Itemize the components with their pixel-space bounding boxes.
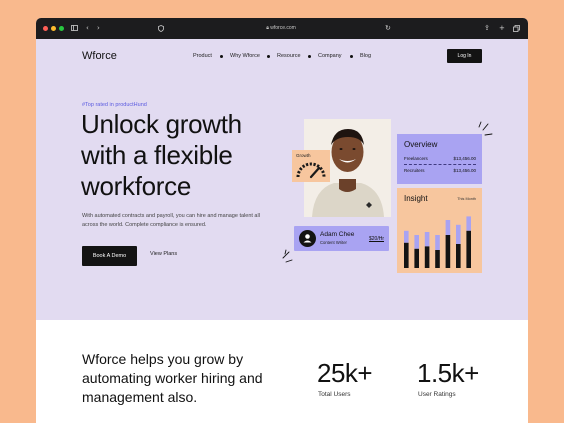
overview-row-label: Freelancers xyxy=(404,156,428,161)
user-icon xyxy=(303,234,312,243)
share-icon[interactable]: ⇪ xyxy=(484,18,490,39)
insight-bar-chart xyxy=(404,216,471,268)
browser-window: ‹ › 🔒︎ wforce.com ↻ ⇪ + Wforce Product W… xyxy=(36,18,528,423)
talent-name: Adam Chee xyxy=(320,231,355,238)
stat-value: 1.5k+ xyxy=(417,358,479,388)
book-demo-button[interactable]: Book A Demo xyxy=(82,246,137,266)
overview-row-value: $13,456.00 xyxy=(453,168,476,173)
insight-card: Insight This Month xyxy=(397,188,482,273)
talent-card[interactable]: Adam Chee Content Writer $20/Hr xyxy=(294,226,389,251)
nav-separator xyxy=(267,55,270,58)
talent-rate: $20/Hr xyxy=(368,236,384,242)
reload-icon[interactable]: ↻ xyxy=(385,18,391,39)
hero-tagline: #Top rated in productHund xyxy=(82,102,147,108)
insight-bar-upper xyxy=(456,224,461,244)
insight-bar-lower xyxy=(414,248,419,268)
insight-bar-lower xyxy=(466,230,471,268)
overview-title: Overview xyxy=(404,140,438,149)
back-icon[interactable]: ‹ xyxy=(86,18,89,39)
insight-bar-upper xyxy=(445,220,451,235)
nav-item-blog[interactable]: Blog xyxy=(360,53,371,59)
tabs-overview-icon[interactable] xyxy=(513,18,520,39)
hero-headline: Unlock growth with a flexible workforce xyxy=(81,109,242,201)
avatar xyxy=(299,230,316,247)
login-button[interactable]: Log In xyxy=(447,49,482,63)
close-window-button[interactable] xyxy=(43,26,48,31)
nav-item-resource[interactable]: Resource xyxy=(277,53,301,59)
stats-description: Wforce helps you grow by automating work… xyxy=(82,351,263,405)
maximize-window-button[interactable] xyxy=(59,26,64,31)
address-bar[interactable]: 🔒︎ wforce.com xyxy=(246,23,316,34)
insight-bar-lower xyxy=(424,246,430,268)
stat-label: Total Users xyxy=(318,391,351,398)
lock-icon: 🔒︎ xyxy=(266,25,269,31)
overview-card: Overview Freelancers $13,456.00 Recruite… xyxy=(397,134,482,184)
growth-card: Growth xyxy=(292,150,330,182)
forward-icon[interactable]: › xyxy=(97,18,100,39)
overview-row-label: Recruiters xyxy=(404,168,425,173)
nav-item-company[interactable]: Company xyxy=(318,53,342,59)
talent-role: Content Writer xyxy=(320,240,347,245)
hero-subtext: With automated contracts and payroll, yo… xyxy=(82,213,260,228)
nav-item-why-wforce[interactable]: Why Wforce xyxy=(230,53,260,59)
browser-toolbar: ‹ › 🔒︎ wforce.com ↻ ⇪ + xyxy=(36,18,528,39)
insight-bar-lower xyxy=(445,235,451,268)
new-tab-icon[interactable]: + xyxy=(499,18,505,39)
site-logo[interactable]: Wforce xyxy=(82,50,117,62)
overview-divider xyxy=(404,164,476,165)
insight-bar-upper xyxy=(466,216,471,231)
stats-section: Wforce helps you grow by automating work… xyxy=(36,320,528,423)
insight-bar-lower xyxy=(404,242,409,268)
nav-item-product[interactable]: Product xyxy=(193,53,212,59)
insight-bar-upper xyxy=(414,235,419,249)
nav-separator xyxy=(308,55,311,58)
url-text: wforce.com xyxy=(270,25,296,31)
nav-separator xyxy=(220,55,223,58)
insight-bar-upper xyxy=(424,232,430,247)
insight-bar-lower xyxy=(435,250,440,268)
stat-value: 25k+ xyxy=(317,358,373,388)
insight-bar-upper xyxy=(404,230,409,243)
overview-row-value: $13,456.00 xyxy=(453,156,476,161)
stat-label: User Ratings xyxy=(418,391,456,398)
minimize-window-button[interactable] xyxy=(51,26,56,31)
insight-bar-lower xyxy=(456,244,461,268)
insight-bar-upper xyxy=(435,235,440,250)
view-plans-link[interactable]: View Plans xyxy=(150,251,177,257)
shield-icon[interactable] xyxy=(158,18,164,39)
sidebar-icon[interactable] xyxy=(71,18,78,39)
growth-gauge-icon xyxy=(296,162,326,179)
nav-separator xyxy=(350,55,353,58)
